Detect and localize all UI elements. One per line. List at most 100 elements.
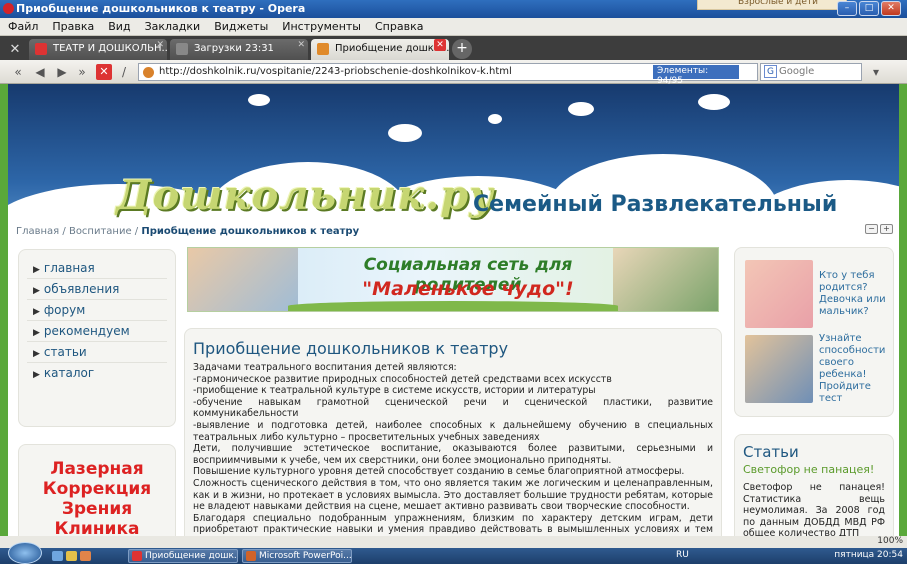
menu-bar: Файл Правка Вид Закладки Виджеты Инструм… — [0, 18, 907, 36]
font-decrease-button[interactable]: − — [865, 224, 878, 234]
ad-peek: Взрослые и дети — [697, 0, 847, 10]
url-field[interactable]: http://doshkolnik.ru/vospitanie/2243-pri… — [138, 63, 758, 86]
rewind-icon[interactable]: « — [10, 64, 26, 80]
menu-view[interactable]: Вид — [108, 20, 130, 33]
toolbar-extra-icon[interactable]: ▾ — [868, 64, 884, 80]
promo-gender-link[interactable]: Кто у тебя родится? Девочка или мальчик? — [819, 270, 889, 318]
breadcrumb-home[interactable]: Главная — [16, 226, 59, 237]
opera-icon — [3, 3, 14, 14]
page-viewport: Дошкольник.ру Семейный Развлекательный Г… — [8, 84, 899, 539]
cloud-decoration — [698, 94, 730, 110]
status-bar: 100% — [0, 536, 907, 548]
arrow-right-icon: ▶ — [33, 370, 40, 380]
articles-subheading[interactable]: Светофор не панацея! — [743, 463, 885, 476]
window-controls: – □ ✕ — [837, 1, 901, 16]
tab-close-icon[interactable]: ✕ — [156, 40, 164, 50]
task-powerpoint[interactable]: Microsoft PowerPoi... — [242, 549, 352, 563]
tab-close-icon[interactable]: ✕ — [297, 40, 305, 50]
nav-item-home[interactable]: ▶ главная — [27, 258, 167, 279]
menu-help[interactable]: Справка — [375, 20, 423, 33]
window-titlebar: Приобщение дошкольников к театру - Opera… — [0, 0, 907, 18]
tools-icon[interactable]: ✕ — [4, 40, 26, 60]
new-tab-button[interactable]: + — [452, 39, 472, 59]
tab-label: Загрузки 23:31 — [194, 43, 274, 54]
site-security-icon — [143, 67, 154, 78]
task-opera[interactable]: Приобщение дошк... — [128, 549, 238, 563]
article-paragraph: Повышение культурного уровня детей спосо… — [193, 466, 685, 478]
laser-clinic-ad[interactable]: Лазерная Коррекция Зрения Клиника — [18, 444, 176, 539]
breadcrumb-current: Приобщение дошкольников к театру — [141, 226, 360, 237]
tab-close-icon[interactable]: ✕ — [434, 39, 446, 51]
forward-icon[interactable]: ▶ — [54, 64, 70, 80]
site-logo[interactable]: Дошкольник.ру — [116, 172, 494, 219]
opera-icon — [132, 551, 142, 561]
cloud-decoration — [388, 124, 422, 142]
articles-heading: Статьи — [743, 443, 799, 461]
menu-file[interactable]: Файл — [8, 20, 38, 33]
search-field[interactable]: G Google — [760, 63, 862, 81]
nav-item-articles[interactable]: ▶ статьи — [27, 342, 167, 363]
cloud-decoration — [488, 114, 502, 124]
cloud-decoration — [248, 94, 270, 106]
arrow-right-icon: ▶ — [33, 286, 40, 296]
tab-active-article[interactable]: Приобщение дошко... ✕ — [311, 39, 449, 60]
babies-photo[interactable] — [745, 260, 813, 328]
breadcrumb-section[interactable]: Воспитание — [69, 226, 132, 237]
left-navigation: ▶ главная ▶ объявления ▶ форум ▶ рекомендуем… — [18, 249, 176, 427]
back-icon[interactable]: ◀ — [32, 64, 48, 80]
powerpoint-icon — [246, 551, 256, 561]
font-increase-button[interactable]: + — [880, 224, 893, 234]
zoom-level[interactable]: 100% — [877, 536, 903, 546]
nav-item-forum[interactable]: ▶ форум — [27, 300, 167, 321]
address-toolbar: « ◀ ▶ » ✕ / http://doshkolnik.ru/vospita… — [0, 60, 907, 86]
start-button[interactable] — [8, 542, 42, 564]
article-paragraph: -выявление и подготовка детей, наиболее … — [193, 419, 713, 443]
menu-edit[interactable]: Правка — [52, 20, 94, 33]
nav-item-catalog[interactable]: ▶ каталог — [27, 363, 167, 383]
banner-line2: "Маленькое чудо"! — [362, 278, 574, 300]
google-icon: G — [764, 65, 777, 78]
quicklaunch-explorer-icon[interactable] — [66, 551, 77, 561]
grass-decoration — [288, 301, 618, 311]
downloads-icon — [176, 43, 188, 55]
family-photo — [613, 248, 718, 311]
tray-clock[interactable]: пятница 20:54 — [834, 550, 903, 560]
arrow-right-icon: ▶ — [33, 328, 40, 338]
article-paragraph: Дети, получившие эстетическое воспитание… — [193, 443, 713, 466]
promo-test-link[interactable]: Узнайте способности своего ребенка! Прой… — [819, 333, 889, 405]
fast-forward-icon[interactable]: » — [74, 64, 90, 80]
stop-icon[interactable]: ✕ — [96, 64, 112, 80]
maximize-button[interactable]: □ — [859, 1, 879, 16]
edit-icon[interactable]: / — [116, 64, 132, 80]
arrow-right-icon: ▶ — [33, 349, 40, 359]
nav-item-ads[interactable]: ▶ объявления — [27, 279, 167, 300]
articles-box: Статьи Светофор не панацея! Светофор не … — [734, 434, 894, 539]
minimize-button[interactable]: – — [837, 1, 857, 16]
social-network-banner[interactable]: Социальная сеть для родителей "Маленькое… — [187, 247, 719, 312]
article-title: Приобщение дошкольников к театру — [193, 339, 509, 358]
window-title: Приобщение дошкольников к театру - Opera — [16, 2, 306, 15]
menu-widgets[interactable]: Виджеты — [214, 20, 268, 33]
menu-tools[interactable]: Инструменты — [282, 20, 361, 33]
content-blocker-indicator[interactable]: Элементы: 94/95 — [653, 65, 739, 86]
search-placeholder: Google — [779, 66, 815, 77]
nav-item-recommend[interactable]: ▶ рекомендуем — [27, 321, 167, 342]
menu-bookmarks[interactable]: Закладки — [145, 20, 201, 33]
child-computer-photo[interactable] — [745, 335, 813, 403]
tab-label: Приобщение дошко... — [335, 43, 449, 54]
quicklaunch-desktop-icon[interactable] — [52, 551, 63, 561]
arrow-right-icon: ▶ — [33, 307, 40, 317]
site-favicon-icon — [317, 43, 329, 55]
site-slogan: Семейный Развлекательный — [473, 192, 838, 217]
close-button[interactable]: ✕ — [881, 1, 901, 16]
articles-text: Светофор не панацея! Статистика вещь неу… — [743, 482, 885, 539]
cloud-decoration — [568, 102, 594, 116]
language-indicator[interactable]: RU — [676, 550, 689, 560]
article-content: Приобщение дошкольников к театру Задачам… — [184, 328, 722, 539]
tab-theatre[interactable]: ТЕАТР И ДОШКОЛЬН... ✕ — [29, 39, 167, 60]
article-paragraph: Задачами театрального воспитания детей я… — [193, 362, 457, 373]
tab-downloads[interactable]: Загрузки 23:31 ✕ — [170, 39, 308, 60]
tab-bar: ✕ ТЕАТР И ДОШКОЛЬН... ✕ Загрузки 23:31 ✕… — [0, 36, 907, 60]
font-size-controls: − + — [865, 224, 893, 234]
quicklaunch-media-icon[interactable] — [80, 551, 91, 561]
